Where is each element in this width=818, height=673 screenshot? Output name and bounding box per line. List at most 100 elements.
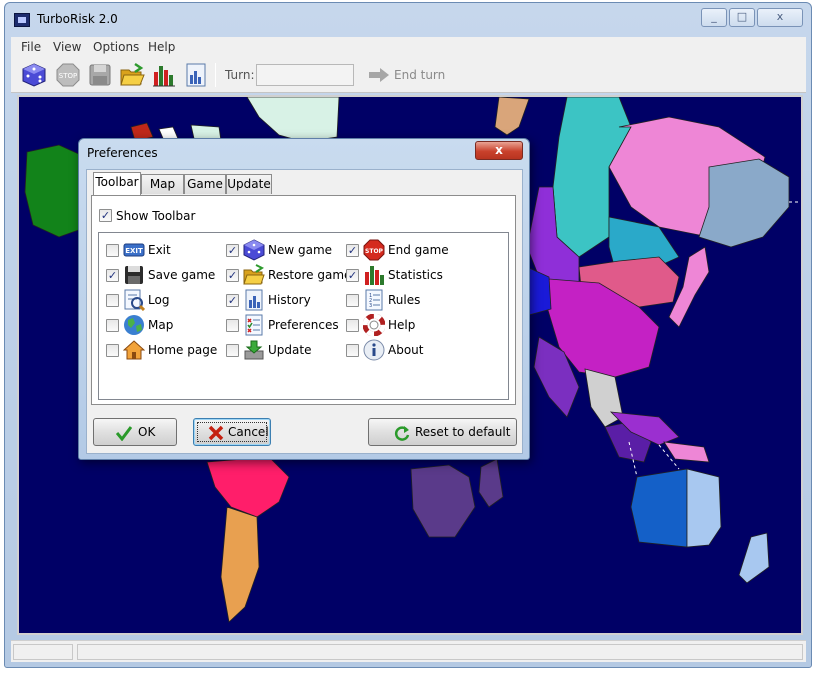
app-icon <box>14 13 30 27</box>
minimize-button[interactable]: _ <box>701 8 727 27</box>
show-toolbar-label: Show Toolbar <box>116 209 196 223</box>
tab-update[interactable]: Update <box>226 174 272 194</box>
dialog-body: Toolbar Map Game Update ✓ Show Toolbar E… <box>86 169 523 454</box>
rules-checkbox[interactable] <box>346 294 359 307</box>
tab-toolbar[interactable]: Toolbar <box>93 172 141 195</box>
menu-options[interactable]: Options <box>93 40 139 54</box>
option-statistics[interactable]: ✓ Statistics <box>346 264 461 286</box>
maximize-button[interactable]: □ <box>729 8 755 27</box>
bar-chart-icon <box>365 266 384 285</box>
option-new-game[interactable]: ✓ New game <box>226 239 341 261</box>
reset-to-default-button[interactable]: Reset to default <box>368 418 517 446</box>
exit-label: Exit <box>148 243 171 257</box>
about-checkbox[interactable] <box>346 344 359 357</box>
option-exit[interactable]: EXIT Exit <box>106 239 221 261</box>
restore-game-checkbox[interactable]: ✓ <box>226 269 239 282</box>
cancel-label: Cancel <box>228 425 269 439</box>
end-game-button[interactable]: STOP <box>55 62 81 88</box>
restore-game-button[interactable] <box>119 62 145 88</box>
restore-game-label: Restore game <box>268 268 352 282</box>
option-log[interactable]: Log <box>106 289 221 311</box>
end-turn-button[interactable]: End turn <box>366 63 451 87</box>
svg-text:EXIT: EXIT <box>125 247 143 255</box>
menu-bar: File View Options Help <box>11 37 806 57</box>
option-save-game[interactable]: ✓ Save game <box>106 264 221 286</box>
statistics-checkbox[interactable]: ✓ <box>346 269 359 282</box>
info-icon <box>363 339 385 361</box>
history-checkbox[interactable]: ✓ <box>226 294 239 307</box>
exit-checkbox[interactable] <box>106 244 119 257</box>
option-update[interactable]: Update <box>226 339 341 361</box>
update-icon <box>244 340 264 360</box>
dialog-close-button[interactable]: x <box>475 141 523 160</box>
tab-map[interactable]: Map <box>141 174 184 194</box>
reset-to-default-label: Reset to default <box>415 425 511 439</box>
history-label: History <box>268 293 311 307</box>
x-icon <box>208 425 224 441</box>
map-checkbox[interactable] <box>106 319 119 332</box>
title-bar[interactable]: TurboRisk 2.0 _ □ x <box>5 3 811 35</box>
status-cell <box>77 644 803 660</box>
stop-sign-icon: STOP <box>56 63 80 87</box>
stop-sign-icon: STOP <box>363 239 385 261</box>
help-checkbox[interactable] <box>346 319 359 332</box>
option-history[interactable]: ✓ History <box>226 289 341 311</box>
history-button[interactable] <box>183 62 209 88</box>
close-button[interactable]: x <box>757 8 803 27</box>
save-game-label: Save game <box>148 268 216 282</box>
new-game-checkbox[interactable]: ✓ <box>226 244 239 257</box>
lifebuoy-icon <box>363 314 385 336</box>
tab-game[interactable]: Game <box>184 174 226 194</box>
statistics-button[interactable] <box>151 62 177 88</box>
exit-icon: EXIT <box>123 243 145 257</box>
ok-button[interactable]: OK <box>93 418 177 446</box>
rules-label: Rules <box>388 293 421 307</box>
update-checkbox[interactable] <box>226 344 239 357</box>
new-game-label: New game <box>268 243 333 257</box>
option-help[interactable]: Help <box>346 314 461 336</box>
option-restore-game[interactable]: ✓ Restore game <box>226 264 351 286</box>
end-game-checkbox[interactable]: ✓ <box>346 244 359 257</box>
end-turn-label: End turn <box>394 68 446 82</box>
end-game-label: End game <box>388 243 449 257</box>
option-rules[interactable]: 123 Rules <box>346 289 461 311</box>
help-label: Help <box>388 318 416 332</box>
status-cell <box>13 644 73 660</box>
arrow-right-icon <box>369 68 389 82</box>
log-checkbox[interactable] <box>106 294 119 307</box>
menu-help[interactable]: Help <box>148 40 175 54</box>
new-game-button[interactable] <box>21 62 47 88</box>
preferences-dialog: Preferences x Toolbar Map Game Update ✓ … <box>78 138 530 460</box>
preferences-label: Preferences <box>268 318 339 332</box>
menu-view[interactable]: View <box>53 40 81 54</box>
option-end-game[interactable]: ✓ STOP End game <box>346 239 461 261</box>
preferences-list-icon <box>245 314 263 336</box>
floppy-disk-icon <box>89 64 111 86</box>
status-bar <box>11 640 806 662</box>
home-page-checkbox[interactable] <box>106 344 119 357</box>
checkmark-icon <box>116 426 132 441</box>
turn-field <box>256 64 354 86</box>
toolbar: STOP Turn: End turn <box>11 57 806 93</box>
menu-file[interactable]: File <box>21 40 41 54</box>
cancel-button[interactable]: Cancel <box>193 418 271 446</box>
open-folder-icon <box>120 62 145 86</box>
svg-text:STOP: STOP <box>365 248 384 255</box>
option-preferences[interactable]: Preferences <box>226 314 341 336</box>
about-label: About <box>388 343 424 357</box>
update-label: Update <box>268 343 312 357</box>
option-about[interactable]: About <box>346 339 461 361</box>
toolbar-buttons-list: EXIT Exit ✓ Save game Log Map Home page … <box>98 232 509 400</box>
dice-icon <box>243 239 265 261</box>
refresh-icon <box>394 426 410 441</box>
option-home-page[interactable]: Home page <box>106 339 221 361</box>
show-toolbar-checkbox[interactable]: ✓ <box>99 209 112 222</box>
rules-icon: 123 <box>365 289 383 311</box>
save-game-checkbox[interactable]: ✓ <box>106 269 119 282</box>
option-map[interactable]: Map <box>106 314 221 336</box>
toolbar-tab-panel: ✓ Show Toolbar EXIT Exit ✓ Save game Log… <box>91 195 516 405</box>
save-game-button[interactable] <box>87 62 113 88</box>
preferences-checkbox[interactable] <box>226 319 239 332</box>
dialog-title: Preferences <box>87 146 158 160</box>
svg-text:STOP: STOP <box>59 72 77 80</box>
